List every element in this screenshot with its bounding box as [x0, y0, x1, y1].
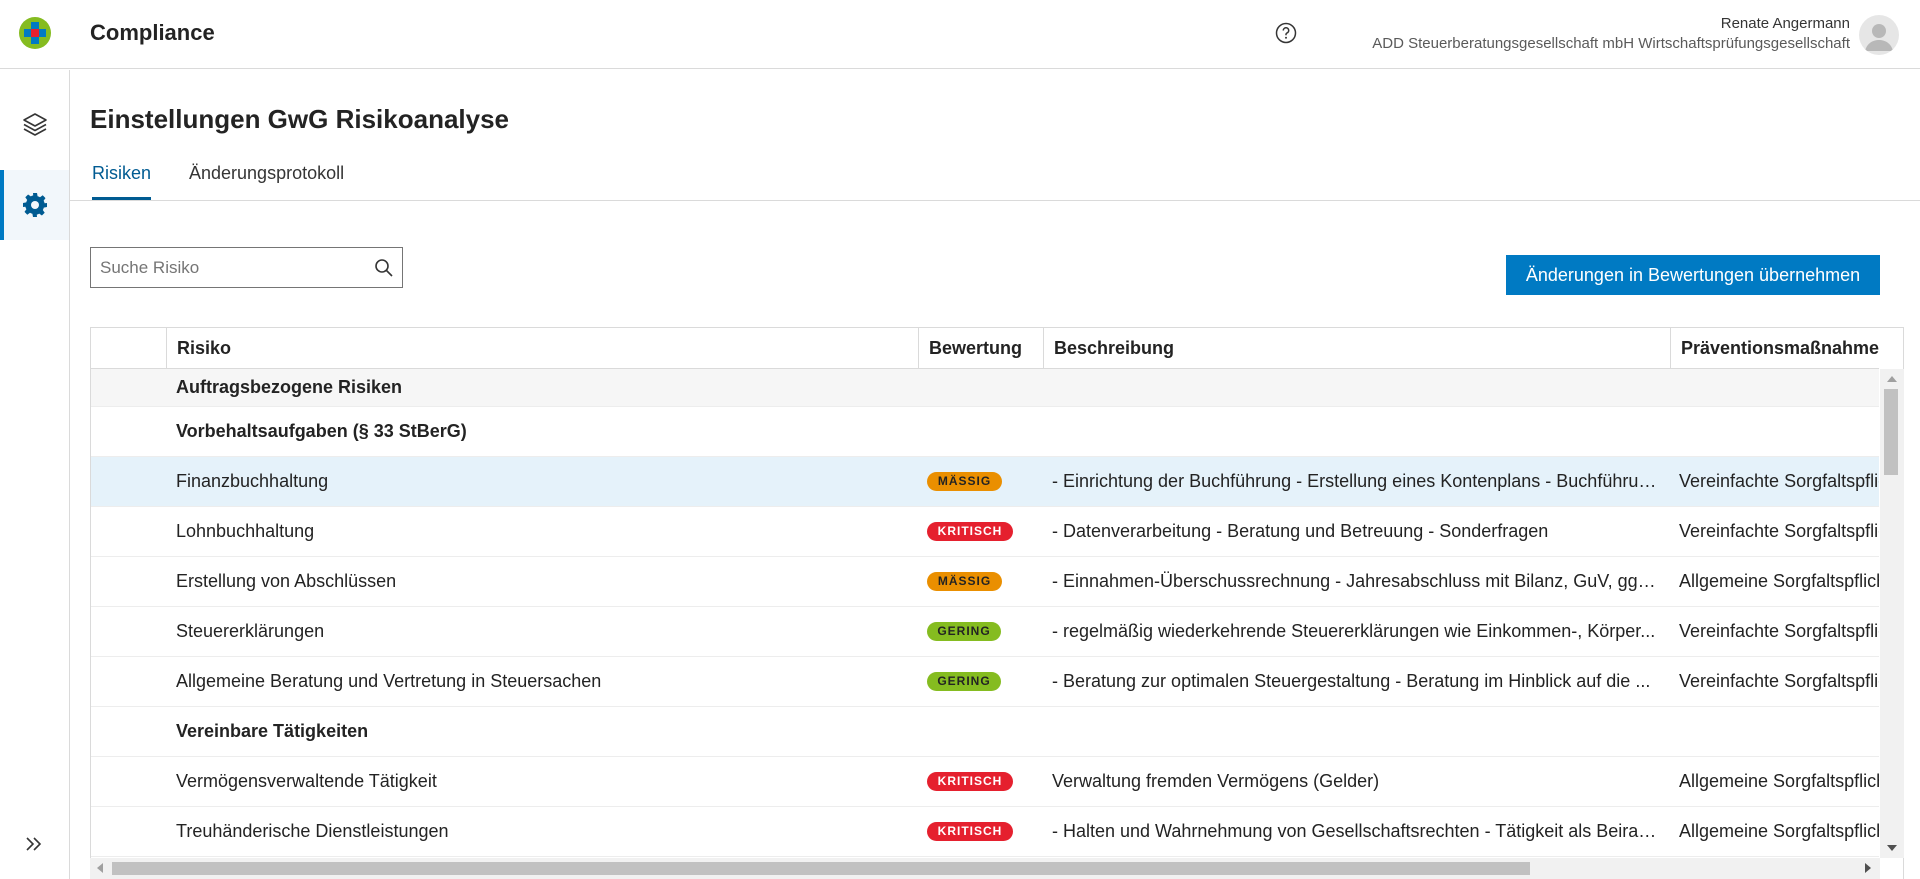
- rating-badge: GERING: [927, 622, 1001, 641]
- scroll-down-icon[interactable]: [1887, 845, 1897, 851]
- risk-name: Steuererklärungen: [176, 621, 325, 641]
- risk-prevention: Allgemeine Sorgfaltspflichten: [1679, 821, 1879, 841]
- table-row[interactable]: Vermögensverwaltende Tätigkeit KRITISCH …: [91, 757, 1879, 807]
- scroll-right-icon[interactable]: [1865, 863, 1871, 873]
- risk-name: Erstellung von Abschlüssen: [176, 571, 397, 591]
- risk-description: Verwaltung fremden Vermögens (Gelder): [1052, 771, 1380, 791]
- vertical-scroll-thumb[interactable]: [1884, 389, 1898, 475]
- risk-name: Treuhänderische Dienstleistungen: [176, 821, 449, 841]
- table-row[interactable]: Lohnbuchhaltung KRITISCH - Datenverarbei…: [91, 507, 1879, 557]
- tab-aenderungsprotokoll[interactable]: Änderungsprotokoll: [189, 160, 344, 200]
- risk-prevention: Vereinfachte Sorgfaltspflichten: [1679, 471, 1879, 491]
- search-input[interactable]: [91, 248, 351, 287]
- table-row[interactable]: Erstellung von Abschlüssen MÄSSIG - Einn…: [91, 557, 1879, 607]
- risk-description: - Beratung zur optimalen Steuergestaltun…: [1052, 671, 1651, 691]
- risk-name: Allgemeine Beratung und Vertretung in St…: [176, 671, 602, 691]
- column-header-select: [91, 328, 166, 368]
- rating-badge: KRITISCH: [927, 772, 1013, 791]
- scroll-left-icon[interactable]: [97, 863, 103, 873]
- rating-badge: KRITISCH: [927, 522, 1013, 541]
- group-label: Auftragsbezogene Risiken: [176, 377, 403, 397]
- avatar[interactable]: [1859, 15, 1899, 55]
- apply-changes-button[interactable]: Änderungen in Bewertungen übernehmen: [1506, 255, 1880, 295]
- sidebar-item-settings[interactable]: [0, 170, 69, 240]
- risk-description: - Einrichtung der Buchführung - Erstellu…: [1052, 471, 1659, 491]
- risk-name: Lohnbuchhaltung: [176, 521, 315, 541]
- tabs-divider: [70, 200, 1920, 201]
- table-header: Risiko Bewertung Beschreibung Prävention…: [91, 328, 1879, 369]
- table-row[interactable]: Allgemeine Beratung und Vertretung in St…: [91, 657, 1879, 707]
- column-header-praeventionsmassnahmen[interactable]: Präventionsmaßnahmen: [1670, 328, 1879, 368]
- rating-badge: KRITISCH: [927, 822, 1013, 841]
- gear-icon: [22, 193, 47, 217]
- risk-prevention: Allgemeine Sorgfaltspflichten: [1679, 571, 1879, 591]
- group-label: Vorbehaltsaufgaben (§ 33 StBerG): [176, 421, 467, 441]
- rating-badge: MÄSSIG: [927, 572, 1002, 591]
- risk-description: - Halten und Wahrnehmung von Gesellschaf…: [1052, 821, 1659, 841]
- risk-prevention: Vereinfachte Sorgfaltspflichten: [1679, 621, 1879, 641]
- risk-name: Finanzbuchhaltung: [176, 471, 329, 491]
- table-group-row[interactable]: Vereinbare Tätigkeiten: [91, 707, 1879, 757]
- table-row[interactable]: Finanzbuchhaltung MÄSSIG - Einrichtung d…: [91, 457, 1879, 507]
- vertical-scrollbar[interactable]: [1880, 369, 1904, 858]
- double-chevron-right-icon[interactable]: [22, 832, 46, 856]
- rating-badge: GERING: [927, 672, 1001, 691]
- horizontal-scrollbar[interactable]: [90, 858, 1880, 879]
- column-header-bewertung[interactable]: Bewertung: [918, 328, 1043, 368]
- user-name: Renate Angermann: [1720, 15, 1850, 32]
- scroll-up-icon[interactable]: [1887, 376, 1897, 382]
- rating-badge: MÄSSIG: [927, 472, 1002, 491]
- group-label: Vereinbare Tätigkeiten: [176, 721, 369, 741]
- app-title: Compliance: [90, 20, 215, 45]
- table-group-row[interactable]: Vorbehaltsaufgaben (§ 33 StBerG): [91, 407, 1879, 457]
- search-icon[interactable]: [374, 258, 394, 278]
- layers-icon: [22, 113, 47, 136]
- search-box: [90, 247, 403, 288]
- help-icon[interactable]: [1275, 22, 1297, 44]
- user-organization: ADD Steuerberatungsgesellschaft mbH Wirt…: [1372, 35, 1850, 52]
- column-header-beschreibung[interactable]: Beschreibung: [1043, 328, 1670, 368]
- table-row[interactable]: Treuhänderische Dienstleistungen KRITISC…: [91, 807, 1879, 857]
- risk-name: Vermögensverwaltende Tätigkeit: [176, 771, 437, 791]
- logo-icon[interactable]: [18, 16, 52, 50]
- user-icon: [1865, 24, 1893, 51]
- risk-description: - regelmäßig wiederkehrende Steuererklär…: [1052, 621, 1656, 641]
- user-info[interactable]: Renate Angermann ADD Steuerberatungsgese…: [1372, 14, 1850, 54]
- risk-prevention: Vereinfachte Sorgfaltspflichten: [1679, 671, 1879, 691]
- risk-prevention: Vereinfachte Sorgfaltspflichten: [1679, 521, 1879, 541]
- risk-prevention: Allgemeine Sorgfaltspflichten: [1679, 771, 1879, 791]
- risk-table: Risiko Bewertung Beschreibung Prävention…: [90, 327, 1904, 879]
- page-title: Einstellungen GwG Risikoanalyse: [90, 104, 510, 134]
- tab-risiken[interactable]: Risiken: [92, 160, 152, 200]
- risk-description: - Datenverarbeitung - Beratung und Betre…: [1052, 521, 1549, 541]
- table-group-row[interactable]: Auftragsbezogene Risiken: [91, 369, 1879, 407]
- table-row[interactable]: Steuererklärungen GERING - regelmäßig wi…: [91, 607, 1879, 657]
- app-header: Compliance Renate Angermann ADD Steuerbe…: [0, 0, 1920, 69]
- sidebar: [0, 70, 70, 879]
- horizontal-scroll-thumb[interactable]: [112, 862, 1530, 875]
- column-header-risiko[interactable]: Risiko: [166, 328, 918, 368]
- tab-bar: Risiken Änderungsprotokoll: [90, 160, 1920, 200]
- sidebar-item-modules[interactable]: [0, 89, 69, 159]
- risk-description: - Einnahmen-Überschussrechnung - Jahresa…: [1052, 571, 1659, 591]
